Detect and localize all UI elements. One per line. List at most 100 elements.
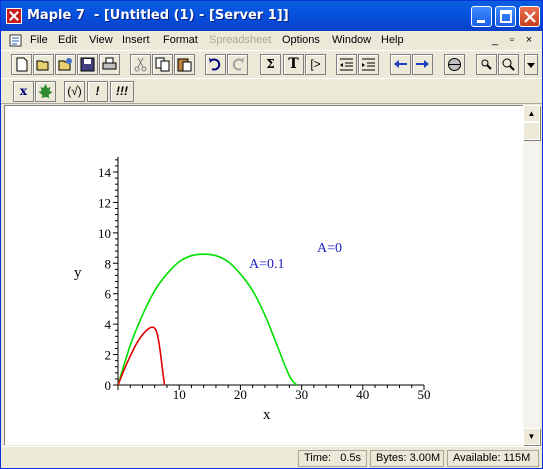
- status-bytes: Bytes: 3.00M: [370, 450, 444, 467]
- copy-icon: [155, 57, 170, 72]
- context-toolbar: x (√) ! !!!: [1, 78, 542, 104]
- plot-axes: 10 20 30 40 50 0 2 4 6 8 10 12 14: [98, 156, 431, 402]
- series-line-1: [117, 326, 166, 386]
- menu-window[interactable]: Window: [332, 34, 371, 46]
- redo-button[interactable]: [227, 54, 248, 75]
- new-document-icon: [16, 57, 28, 72]
- y-tick-label: 8: [105, 256, 112, 271]
- evaluate-button[interactable]: (√): [64, 81, 85, 102]
- maple-leaf-button[interactable]: [35, 81, 56, 102]
- menu-view[interactable]: View: [89, 34, 113, 46]
- title-bar[interactable]: Maple 7 - [Untitled (1) - [Server 1]]: [1, 1, 542, 31]
- status-time: Time: 0.5s: [298, 450, 367, 467]
- maximize-button[interactable]: [495, 6, 516, 27]
- execute-button[interactable]: !: [87, 81, 108, 102]
- menu-file[interactable]: File: [30, 34, 48, 46]
- zoom-out-icon: [502, 58, 515, 71]
- x-tick-label: 10: [173, 387, 186, 402]
- document-menu-icon[interactable]: [8, 33, 24, 48]
- series-line-0: [117, 253, 298, 386]
- x-tick-label: 20: [234, 387, 247, 402]
- menu-options[interactable]: Options: [282, 34, 320, 46]
- cut-button[interactable]: [130, 54, 151, 75]
- open-url-button[interactable]: [55, 54, 76, 75]
- scroll-up-button[interactable]: ▲: [523, 105, 540, 122]
- save-icon: [80, 57, 95, 72]
- paste-button[interactable]: [174, 54, 195, 75]
- math-mode-button[interactable]: x: [13, 81, 34, 102]
- outdent-icon: [340, 58, 353, 71]
- annotation-a-0-1: A=0.1: [249, 257, 285, 272]
- vertical-scrollbar[interactable]: ▲ ▼: [523, 105, 540, 445]
- mdi-minimize-button[interactable]: _: [487, 33, 503, 47]
- zoom-in-icon: [481, 59, 492, 70]
- minimize-button[interactable]: [471, 6, 492, 27]
- back-icon: [394, 60, 407, 68]
- window-title: Maple 7 - [Untitled (1) - [Server 1]]: [27, 8, 289, 23]
- maximize-icon: [500, 10, 512, 23]
- menu-spreadsheet[interactable]: Spreadsheet: [209, 34, 271, 46]
- y-tick-label: 10: [98, 226, 111, 241]
- scroll-down-button[interactable]: ▼: [523, 428, 540, 445]
- undo-icon: [209, 58, 221, 71]
- menu-edit[interactable]: Edit: [58, 34, 77, 46]
- maple-window: Maple 7 - [Untitled (1) - [Server 1]] Fi…: [0, 0, 543, 469]
- outdent-button[interactable]: [336, 54, 357, 75]
- x-tick-label: 50: [418, 387, 431, 402]
- menu-bar: File Edit View Insert Format Spreadsheet…: [1, 31, 542, 50]
- copy-button[interactable]: [152, 54, 173, 75]
- execute-all-button[interactable]: !!!: [110, 81, 134, 102]
- mdi-close-button[interactable]: ×: [521, 33, 537, 47]
- y-tick-label: 4: [105, 317, 112, 332]
- annotation-a-0: A=0: [317, 241, 342, 256]
- cut-icon: [134, 57, 147, 72]
- stop-button[interactable]: [444, 54, 465, 75]
- status-bar: Time: 0.5s Bytes: 3.00M Available: 115M: [1, 446, 542, 468]
- minimize-icon: [477, 20, 485, 23]
- menu-help[interactable]: Help: [381, 34, 404, 46]
- back-button[interactable]: [390, 54, 411, 75]
- y-tick-label: 12: [98, 195, 111, 210]
- paste-icon: [177, 58, 192, 72]
- open-url-icon: [58, 58, 72, 71]
- close-button[interactable]: [519, 6, 540, 27]
- mdi-restore-button[interactable]: ▫: [504, 33, 520, 47]
- stop-icon: [448, 58, 461, 71]
- maple-leaf-icon: [38, 84, 53, 98]
- menu-insert[interactable]: Insert: [122, 34, 150, 46]
- plot-series: [117, 253, 298, 386]
- x-tick-label: 40: [356, 387, 369, 402]
- sum-button[interactable]: Σ: [260, 54, 281, 75]
- undo-button[interactable]: [205, 54, 226, 75]
- y-axis-label: y: [74, 265, 82, 281]
- x-tick-label: 30: [295, 387, 308, 402]
- text-button[interactable]: T: [283, 54, 304, 75]
- new-document-button[interactable]: [11, 54, 32, 75]
- save-button[interactable]: [77, 54, 98, 75]
- toolbar-dropdown-button[interactable]: [524, 54, 538, 75]
- x-axis-label: x: [263, 407, 271, 423]
- status-available: Available: 115M: [447, 450, 539, 467]
- redo-icon: [232, 58, 244, 71]
- maple-app-icon[interactable]: [6, 8, 22, 24]
- y-tick-label: 0: [105, 378, 112, 393]
- main-toolbar: Σ T [>: [1, 50, 542, 78]
- forward-icon: [416, 60, 429, 68]
- y-tick-label: 2: [105, 348, 112, 363]
- close-icon: [524, 11, 536, 23]
- y-tick-label: 6: [105, 287, 112, 302]
- worksheet-area[interactable]: 10 20 30 40 50 0 2 4 6 8 10 12 14 A=0.1 A=0 x y: [4, 105, 523, 445]
- y-tick-label: 14: [98, 165, 112, 180]
- prompt-button[interactable]: [>: [305, 54, 326, 75]
- print-icon: [102, 57, 117, 70]
- open-button[interactable]: [33, 54, 54, 75]
- forward-button[interactable]: [412, 54, 433, 75]
- zoom-out-button[interactable]: [498, 54, 519, 75]
- open-icon: [36, 60, 49, 71]
- plot-canvas[interactable]: 10 20 30 40 50 0 2 4 6 8 10 12 14 A=0.1 A=0 x y: [5, 106, 524, 446]
- indent-button[interactable]: [358, 54, 379, 75]
- zoom-in-button[interactable]: [476, 54, 497, 75]
- scroll-thumb[interactable]: [523, 122, 540, 140]
- print-button[interactable]: [99, 54, 120, 75]
- menu-format[interactable]: Format: [163, 34, 198, 46]
